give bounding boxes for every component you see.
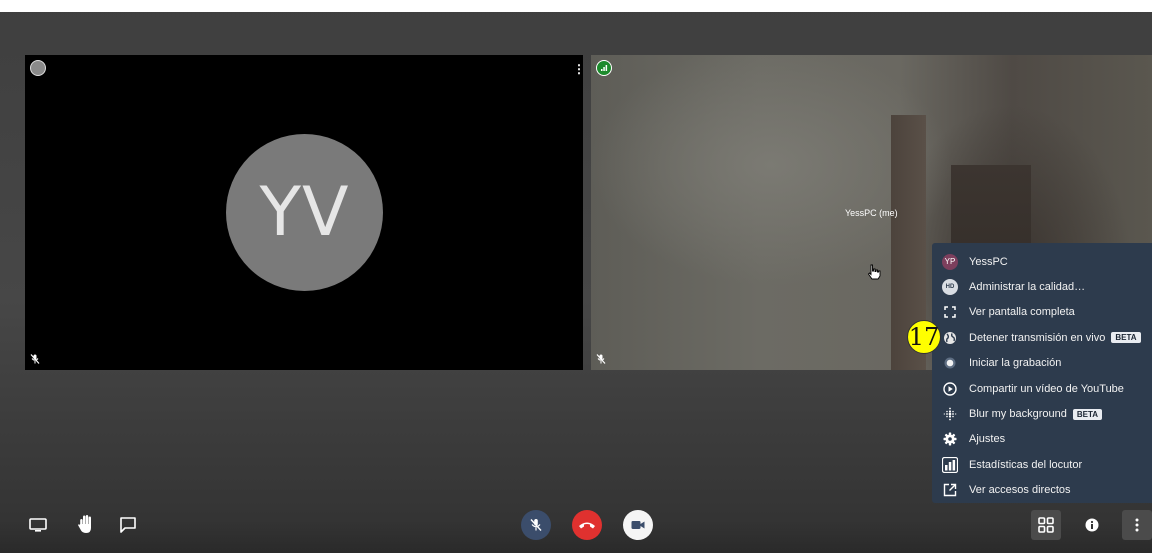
top-strip <box>0 0 1152 12</box>
mic-muted-icon <box>596 354 606 364</box>
mic-muted-icon <box>530 519 542 531</box>
blur-icon <box>942 406 958 422</box>
chat-icon <box>120 517 136 533</box>
bar-chart-icon <box>942 456 958 473</box>
menu-item-manage-quality[interactable]: HD Administrar la calidad… <box>932 274 1152 299</box>
screen-share-button[interactable] <box>25 512 51 538</box>
menu-item-fullscreen[interactable]: Ver pantalla completa <box>932 300 1152 325</box>
chat-button[interactable] <box>115 512 141 538</box>
camera-icon <box>631 521 645 529</box>
avatar-initials: YP <box>942 253 958 270</box>
menu-item-speaker-stats[interactable]: Estadísticas del locutor <box>932 452 1152 477</box>
step-number-badge: 17 <box>907 320 941 354</box>
participant-tile-local[interactable]: ⋮ YV <box>25 55 583 370</box>
mic-toggle-button[interactable] <box>521 510 551 540</box>
menu-item-profile[interactable]: YP YessPC <box>932 249 1152 274</box>
connection-status-icon[interactable] <box>30 60 46 76</box>
menu-item-share-youtube[interactable]: Compartir un vídeo de YouTube <box>932 376 1152 401</box>
fullscreen-icon <box>942 304 958 320</box>
menu-item-settings[interactable]: Ajustes <box>932 427 1152 452</box>
gear-icon <box>942 431 958 447</box>
menu-item-label: YessPC <box>969 255 1008 268</box>
hangup-button[interactable] <box>572 510 602 540</box>
tile-view-icon <box>1038 517 1054 533</box>
hd-quality-icon: HD <box>942 279 958 296</box>
hand-cursor-icon <box>867 264 881 280</box>
menu-item-label: Iniciar la grabación <box>969 357 1062 370</box>
menu-item-blur-background[interactable]: Blur my background BETA <box>932 401 1152 426</box>
connection-good-icon[interactable] <box>596 60 612 76</box>
participant-avatar: YV <box>226 134 383 291</box>
menu-item-label: Ver accesos directos <box>969 484 1071 497</box>
beta-badge: BETA <box>1072 408 1103 420</box>
raise-hand-button[interactable] <box>73 510 99 538</box>
more-options-menu: YP YessPC HD Administrar la calidad… Ver… <box>932 243 1152 503</box>
info-button[interactable] <box>1077 510 1107 540</box>
mic-muted-icon <box>30 354 40 364</box>
raise-hand-icon <box>78 515 91 533</box>
menu-item-start-recording[interactable]: Iniciar la grabación <box>932 351 1152 376</box>
screen-share-icon <box>29 518 47 532</box>
menu-item-label: Ver pantalla completa <box>969 306 1075 319</box>
menu-item-label: Detener transmisión en vivo <box>969 331 1106 344</box>
camera-toggle-button[interactable] <box>623 510 653 540</box>
menu-item-label: Compartir un vídeo de YouTube <box>969 382 1124 395</box>
more-options-button[interactable] <box>1122 510 1152 540</box>
more-options-icon <box>1135 518 1139 532</box>
tile-view-button[interactable] <box>1031 510 1061 540</box>
menu-item-label: Ajustes <box>969 433 1006 446</box>
menu-item-shortcuts[interactable]: Ver accesos directos <box>932 478 1152 503</box>
menu-item-label: Estadísticas del locutor <box>969 458 1083 471</box>
globe-icon <box>942 330 958 346</box>
menu-item-stop-live-stream[interactable]: Detener transmisión en vivo BETA <box>932 325 1152 350</box>
beta-badge: BETA <box>1111 332 1141 344</box>
info-icon <box>1085 518 1099 532</box>
tile-menu-icon[interactable]: ⋮ <box>573 63 583 75</box>
record-icon <box>942 355 958 371</box>
play-circle-icon <box>942 381 958 397</box>
participant-name-label: YessPC (me) <box>845 208 898 218</box>
menu-item-label: Administrar la calidad… <box>969 281 1086 294</box>
external-link-icon <box>942 482 958 498</box>
menu-item-label: Blur my background <box>969 408 1067 421</box>
hd-badge: HD <box>942 279 958 296</box>
hangup-icon <box>579 522 595 529</box>
avatar-yp-icon: YP <box>942 253 958 270</box>
